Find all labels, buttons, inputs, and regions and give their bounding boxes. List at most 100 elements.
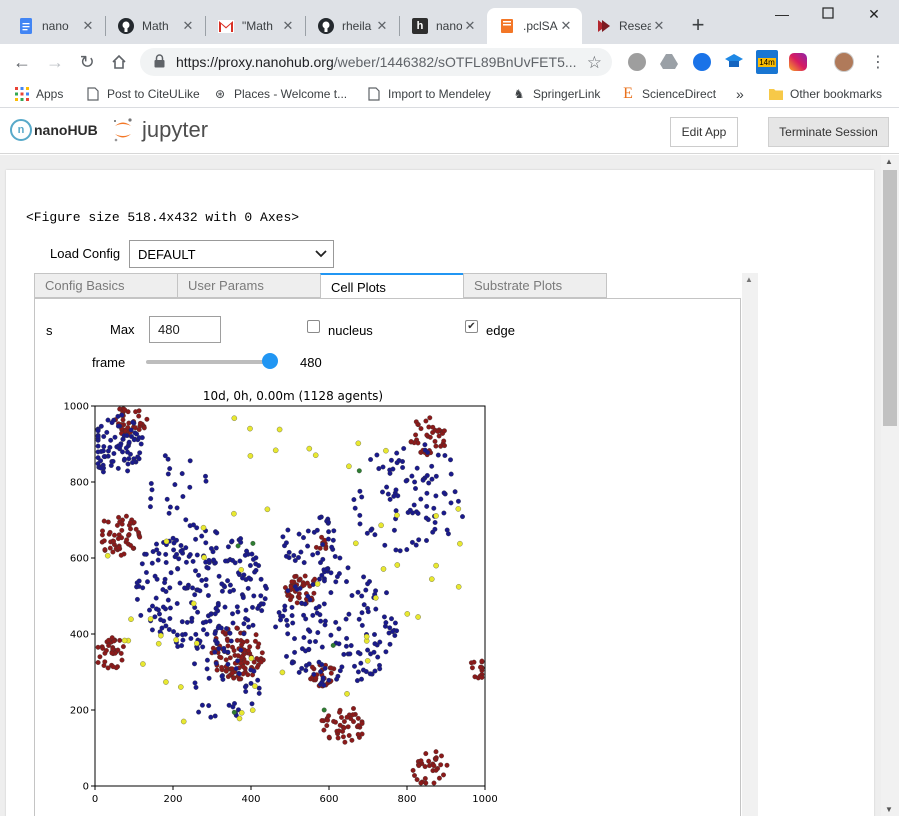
more-menu-icon[interactable]: ⋮ <box>866 50 890 74</box>
bookmark-star-icon[interactable]: ☆ <box>587 53 602 73</box>
zoom-video-icon[interactable] <box>693 53 711 71</box>
edit-app-button[interactable]: Edit App <box>670 117 738 147</box>
frame-slider-handle[interactable] <box>262 353 278 369</box>
back-arrow-icon[interactable]: ← <box>10 50 34 74</box>
cell-agent-point <box>211 557 217 563</box>
page-scrollbar-thumb[interactable] <box>883 170 897 426</box>
cell-agent-point <box>230 557 236 563</box>
bookmark-other[interactable]: Other bookmarks <box>768 85 882 103</box>
frame-slider-track[interactable] <box>146 360 270 364</box>
graduation-cap-icon[interactable] <box>725 53 743 71</box>
cell-agent-point <box>245 648 251 654</box>
terminate-session-button[interactable]: Terminate Session <box>768 117 889 147</box>
cell-agent-point <box>424 503 430 509</box>
cell-agent-point <box>412 773 417 778</box>
cell-agent-point <box>376 466 382 472</box>
tab-cell-plots[interactable]: Cell Plots <box>320 273 464 299</box>
cell-agent-point <box>367 579 372 584</box>
cell-agent-point <box>147 504 153 510</box>
extension-circle-icon[interactable] <box>628 53 646 71</box>
cell-agent-point <box>120 436 126 442</box>
bookmark-mendeley[interactable]: Import to Mendeley <box>366 85 491 103</box>
browser-tab-research[interactable]: Resea ✕ <box>583 8 675 44</box>
maximize-icon[interactable] <box>816 6 840 26</box>
close-icon[interactable]: ✕ <box>280 18 296 34</box>
cell-agent-point <box>311 590 317 596</box>
scroll-up-icon[interactable]: ▲ <box>745 275 753 284</box>
reload-icon[interactable]: ↻ <box>75 50 99 74</box>
home-icon[interactable] <box>107 50 131 74</box>
cell-agent-point <box>336 728 342 734</box>
bookmark-springerlink[interactable]: ♞ SpringerLink <box>511 85 601 103</box>
instagram-icon[interactable] <box>789 53 807 71</box>
cell-agent-point <box>393 508 399 514</box>
max-input[interactable]: 480 <box>149 316 221 343</box>
cell-agent-point <box>118 552 124 558</box>
cell-agent-point <box>229 670 235 676</box>
close-icon[interactable]: ✕ <box>558 18 574 34</box>
minimize-icon[interactable]: — <box>770 6 794 26</box>
cell-agent-point <box>221 648 227 654</box>
cell-agent-point <box>150 603 155 609</box>
cell-agent-point <box>160 604 166 610</box>
load-config-select[interactable]: DEFAULT <box>129 240 334 268</box>
nucleus-checkbox[interactable] <box>307 320 320 333</box>
browser-tab-notebook-active[interactable]: .pclSA ✕ <box>487 8 582 44</box>
cell-agent-point <box>355 731 361 737</box>
cell-agent-point <box>120 449 125 455</box>
cell-agent-point <box>158 632 164 639</box>
forward-arrow-icon[interactable]: → <box>43 50 67 74</box>
cell-agent-point <box>153 606 159 612</box>
cell-agent-point <box>409 539 415 545</box>
cell-agent-point <box>422 442 428 448</box>
cell-agent-point <box>163 551 169 557</box>
avatar[interactable] <box>834 52 854 72</box>
close-icon[interactable]: ✕ <box>374 18 390 34</box>
cell-agent-point <box>190 585 195 591</box>
browser-tab-docs[interactable]: nano ✕ <box>6 8 104 44</box>
cell-agent-point <box>205 565 211 571</box>
frame-value: 480 <box>300 355 322 370</box>
close-icon[interactable]: ✕ <box>180 18 196 34</box>
bookmark-sciencedirect[interactable]: E ScienceDirect <box>620 85 716 103</box>
bookmark-citeulike[interactable]: Post to CiteULike <box>85 85 200 103</box>
bookmark-places[interactable]: ⊛ Places - Welcome t... <box>212 85 347 103</box>
cell-agent-point <box>411 502 417 508</box>
new-tab-plus-icon[interactable]: + <box>686 14 710 38</box>
cell-agent-point <box>282 603 288 609</box>
close-icon[interactable]: ✕ <box>80 18 96 34</box>
app-header: n nanoHUB jupyter Edit App Terminate Ses… <box>0 109 899 154</box>
browser-tab-github-math[interactable]: Math ✕ <box>106 8 204 44</box>
cell-agent-point <box>115 423 121 429</box>
cell-agent-point <box>424 432 430 438</box>
browser-tab-gmail[interactable]: "Math ✕ <box>206 8 304 44</box>
address-bar[interactable]: https://proxy.nanohub.org/weber/1446382/… <box>140 48 612 76</box>
drive-icon[interactable] <box>660 53 678 71</box>
close-icon[interactable]: ✕ <box>651 18 667 34</box>
cell-agent-point <box>365 609 371 615</box>
timer-extension-icon[interactable]: 14m <box>756 50 778 74</box>
nanohub-logo[interactable]: n nanoHUB <box>10 119 98 141</box>
cell-agent-point <box>218 625 224 631</box>
tab-substrate-plots[interactable]: Substrate Plots <box>463 273 607 298</box>
tab-user-params[interactable]: User Params <box>177 273 321 298</box>
cell-agent-point <box>324 723 330 729</box>
output-scrollbar[interactable]: ▲ <box>742 273 758 816</box>
bookmarks-overflow-chevron[interactable]: » <box>736 85 744 103</box>
cell-agent-point <box>179 619 185 625</box>
close-icon[interactable]: ✕ <box>462 18 478 34</box>
scroll-up-icon[interactable]: ▲ <box>885 157 893 166</box>
window-close-icon[interactable]: ✕ <box>862 6 886 26</box>
cell-agent-point <box>208 714 214 720</box>
edge-checkbox[interactable]: ✔ <box>465 320 478 333</box>
bookmark-apps[interactable]: Apps <box>14 85 63 103</box>
tab-config-basics[interactable]: Config Basics <box>34 273 178 298</box>
cell-agent-point <box>214 640 220 646</box>
cell-agent-point <box>349 593 355 598</box>
browser-tab-github-rheila[interactable]: rheila ✕ <box>306 8 398 44</box>
notebook-tab-bar: Config Basics User Params Cell Plots Sub… <box>34 273 740 299</box>
page-scrollbar[interactable]: ▲ ▼ <box>881 155 899 816</box>
cell-agent-point <box>216 646 222 652</box>
browser-tab-nanohub[interactable]: h nano ✕ <box>400 8 486 44</box>
scroll-down-icon[interactable]: ▼ <box>885 805 893 814</box>
